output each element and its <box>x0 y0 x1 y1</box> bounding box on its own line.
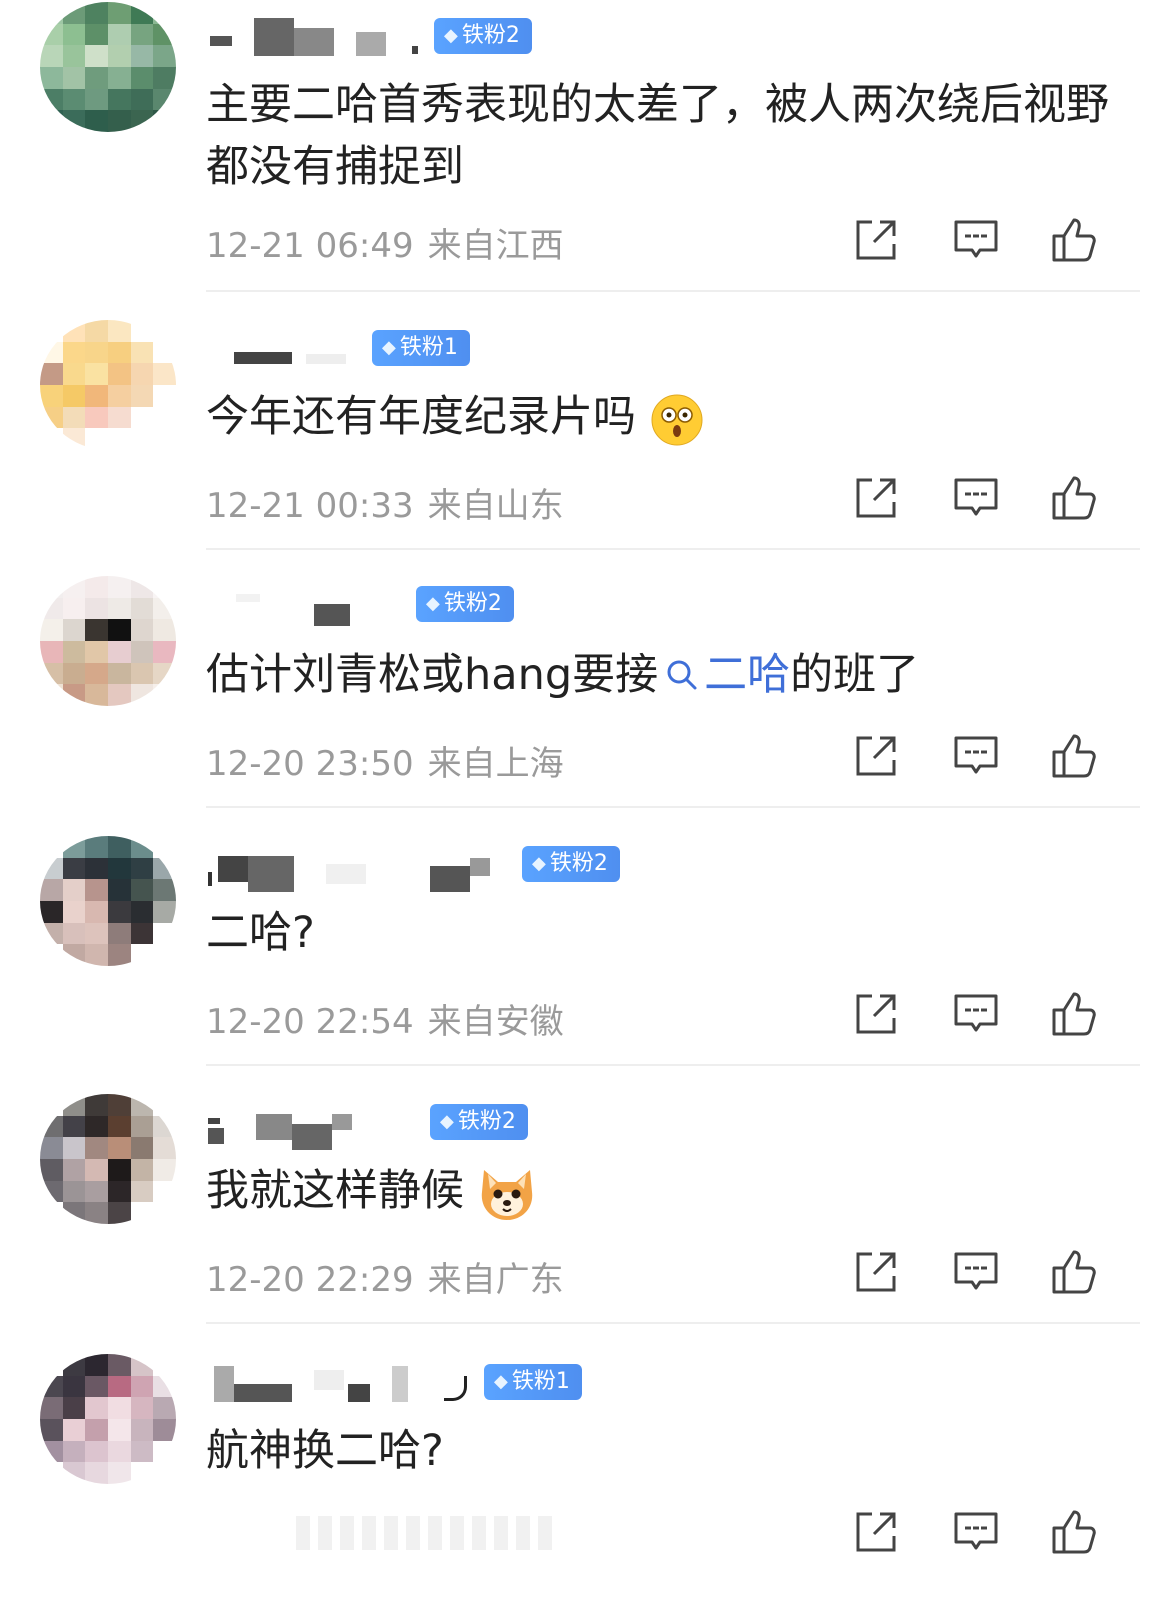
diamond-icon: ◆ <box>532 853 546 874</box>
comment-item: ◆ 铁粉2 主要二哈首秀表现的太差了，被人两次绕后视野都没有捕捉到 12-21 … <box>0 0 1170 292</box>
comment-icon[interactable] <box>950 472 1002 524</box>
comment-actions <box>850 1506 1110 1562</box>
comment-meta: 12-20 22:54 来自安徽 <box>206 994 564 1043</box>
dog-face-icon <box>481 1169 532 1220</box>
comment-location: 来自江西 <box>427 226 564 266</box>
comment-text: 我就这样静候 <box>206 1160 1116 1222</box>
comment-icon[interactable] <box>950 214 1002 266</box>
comment-meta: 12-20 23:50 来自上海 <box>206 736 564 785</box>
share-icon[interactable] <box>850 1506 902 1558</box>
like-icon[interactable] <box>1048 1246 1100 1298</box>
share-icon[interactable] <box>850 730 902 782</box>
avatar[interactable] <box>40 836 176 966</box>
username-redacted[interactable] <box>206 856 490 896</box>
comment-location: 来自广东 <box>427 1260 564 1300</box>
comment-time: 12-21 06:49 <box>206 226 414 266</box>
like-icon[interactable] <box>1048 988 1100 1040</box>
comment-meta: 12-21 06:49 来自江西 <box>206 218 564 267</box>
comment-icon[interactable] <box>950 1506 1002 1558</box>
comment-item: ◆ 铁粉1 今年还有年度纪录片吗 12-21 00:33 来自山东 <box>0 292 1170 550</box>
share-icon[interactable] <box>850 1246 902 1298</box>
like-icon[interactable] <box>1048 214 1100 266</box>
comment-icon[interactable] <box>950 730 1002 782</box>
diamond-icon: ◆ <box>440 1111 454 1132</box>
comment-text: 估计刘青松或hang要接 二哈的班了 <box>206 644 1116 706</box>
comment-item: ◆ 铁粉2 估计刘青松或hang要接 二哈的班了 12-20 23:50 来自上海 <box>0 550 1170 808</box>
username-redacted[interactable] <box>206 1366 467 1406</box>
avatar[interactable] <box>40 1354 176 1484</box>
username-redacted[interactable] <box>206 594 426 634</box>
comment-time: 12-20 22:54 <box>206 1002 414 1042</box>
fan-level-badge[interactable]: ◆ 铁粉2 <box>416 586 514 622</box>
username-redacted[interactable] <box>206 18 426 58</box>
diamond-icon: ◆ <box>444 25 458 46</box>
comment-icon[interactable] <box>950 1246 1002 1298</box>
comment-actions <box>850 472 1110 528</box>
topic-link[interactable]: 二哈 <box>658 650 790 700</box>
avatar[interactable] <box>40 1094 176 1224</box>
like-icon[interactable] <box>1048 472 1100 524</box>
comment-location: 来自安徽 <box>427 1002 564 1042</box>
comment-item: ◆ 铁粉2 我就这样静候 12-20 22:29 来自广东 <box>0 1066 1170 1324</box>
comment-actions <box>850 1246 1110 1302</box>
comment-time: 12-20 22:29 <box>206 1260 414 1300</box>
comment-text: 二哈? <box>206 908 315 958</box>
comment-time: 12-20 23:50 <box>206 744 414 784</box>
fan-level-badge[interactable]: ◆ 铁粉2 <box>434 18 532 54</box>
comment-meta: 12-20 22:29 来自广东 <box>206 1252 564 1301</box>
fan-level-badge[interactable]: ◆ 铁粉2 <box>430 1104 528 1140</box>
fan-level-badge[interactable]: ◆ 铁粉1 <box>484 1364 582 1400</box>
comment-text: 今年还有年度纪录片吗 <box>206 386 1116 448</box>
diamond-icon: ◆ <box>426 593 440 614</box>
comment-actions <box>850 214 1110 270</box>
comment-time: 12-21 00:33 <box>206 486 414 526</box>
comment-location: 来自上海 <box>427 744 564 784</box>
diamond-icon: ◆ <box>494 1371 508 1392</box>
comment-meta-redacted <box>206 1512 556 1552</box>
comment-item: ◆ 铁粉2 二哈? 12-20 22:54 来自安徽 <box>0 808 1170 1066</box>
comment-text-tail: 的班了 <box>790 650 920 700</box>
comment-location: 来自山东 <box>427 486 564 526</box>
like-icon[interactable] <box>1048 1506 1100 1558</box>
username-redacted[interactable] <box>206 1114 426 1154</box>
diamond-icon: ◆ <box>382 337 396 358</box>
comment-meta: 12-21 00:33 来自山东 <box>206 478 564 527</box>
comment-text-body: 今年还有年度纪录片吗 <box>206 392 636 442</box>
like-icon[interactable] <box>1048 730 1100 782</box>
search-icon <box>667 660 697 690</box>
avatar[interactable] <box>40 320 176 450</box>
comment-item: ◆ 铁粉1 航神换二哈? <box>0 1324 1170 1607</box>
fan-level-badge[interactable]: ◆ 铁粉2 <box>522 846 620 882</box>
astonished-face-icon <box>651 394 703 445</box>
comment-text: 主要二哈首秀表现的太差了，被人两次绕后视野都没有捕捉到 <box>206 80 1109 192</box>
comment-text-body: 我就这样静候 <box>206 1166 464 1216</box>
share-icon[interactable] <box>850 214 902 266</box>
comment-text: 航神换二哈? <box>206 1426 444 1476</box>
comment-actions <box>850 730 1110 786</box>
comment-text-body: 估计刘青松或hang要接 <box>206 650 659 700</box>
fan-level-badge[interactable]: ◆ 铁粉1 <box>372 330 470 366</box>
share-icon[interactable] <box>850 988 902 1040</box>
comment-actions <box>850 988 1110 1044</box>
avatar[interactable] <box>40 576 176 706</box>
comment-icon[interactable] <box>950 988 1002 1040</box>
share-icon[interactable] <box>850 472 902 524</box>
avatar[interactable] <box>40 2 176 132</box>
